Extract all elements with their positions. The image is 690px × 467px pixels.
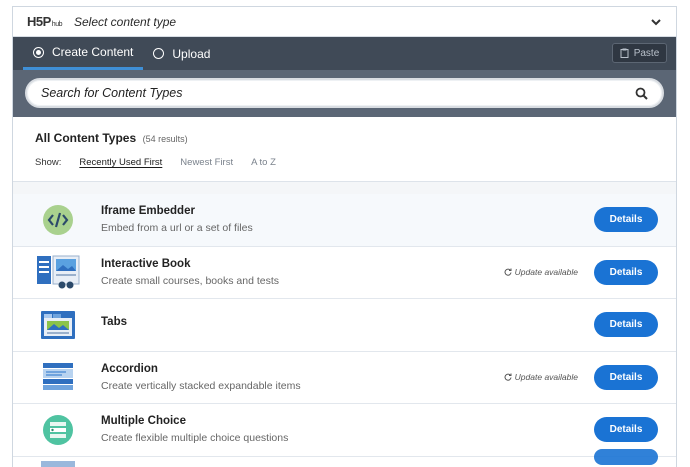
list-item[interactable]: Accordion Create vertically stacked expa…	[13, 351, 676, 404]
search-area	[13, 70, 676, 117]
details-button[interactable]: Details	[594, 364, 658, 390]
content-type-icon	[35, 457, 81, 467]
tabs-bar: Create Content Upload Paste	[13, 37, 676, 70]
refresh-icon	[504, 373, 512, 381]
list-item[interactable]: Interactive Book Create small courses, b…	[13, 246, 676, 299]
list-item[interactable]: Multiple Choice Create flexible multiple…	[13, 404, 676, 457]
details-button[interactable]: Details	[594, 417, 658, 443]
results-count: (54 results)	[142, 134, 188, 144]
radio-icon	[153, 48, 165, 59]
search-input[interactable]	[41, 86, 635, 100]
hub-header[interactable]: H5P hub Select content type	[13, 7, 676, 37]
tabs-icon	[35, 307, 81, 343]
details-button[interactable]: Details	[594, 259, 658, 285]
details-button[interactable]: Details	[594, 207, 658, 233]
update-available-badge: Update available	[504, 372, 578, 382]
tab-upload[interactable]: Upload	[143, 37, 220, 70]
search-box[interactable]	[25, 78, 664, 108]
accordion-icon	[35, 359, 81, 395]
item-name: Tabs	[101, 316, 127, 329]
multiple-choice-icon	[35, 412, 81, 448]
details-button[interactable]	[594, 448, 658, 465]
item-name: Interactive Book	[101, 257, 191, 270]
item-description: Embed from a url or a set of files	[101, 222, 253, 235]
iframe-embedder-icon	[35, 202, 81, 238]
h5p-hub-logo: H5P hub	[27, 14, 62, 29]
chevron-down-icon[interactable]	[650, 16, 662, 28]
item-description: Create vertically stacked expandable ite…	[101, 379, 301, 392]
item-description: Create flexible multiple choice question…	[101, 432, 289, 445]
list-item[interactable]: Tabs Details	[13, 299, 676, 352]
sort-options: Show: Recently Used First Newest First A…	[35, 157, 676, 168]
results-header: All Content Types (54 results) Show: Rec…	[13, 117, 676, 182]
refresh-icon	[504, 268, 512, 276]
sort-newest-first[interactable]: Newest First	[180, 157, 233, 168]
list-item-partial[interactable]	[13, 448, 676, 467]
paste-button[interactable]: Paste	[612, 43, 667, 63]
hub-title: Select content type	[73, 14, 177, 29]
item-name: Multiple Choice	[101, 415, 186, 428]
content-type-list: Iframe Embedder Embed from a url or a se…	[13, 194, 676, 467]
update-available-badge: Update available	[504, 267, 578, 277]
interactive-book-icon	[35, 254, 81, 290]
item-name: Iframe Embedder	[101, 205, 195, 218]
search-icon[interactable]	[635, 87, 648, 100]
content-type-selector: H5P hub Select content type Create Conten…	[12, 6, 677, 467]
item-name: Accordion	[101, 362, 158, 375]
sort-a-to-z[interactable]: A to Z	[251, 157, 276, 168]
sort-recently-used[interactable]: Recently Used First	[79, 157, 162, 168]
list-spacer	[13, 182, 676, 194]
details-button[interactable]: Details	[594, 312, 658, 338]
list-item[interactable]: Iframe Embedder Embed from a url or a se…	[13, 194, 676, 247]
results-title: All Content Types (54 results)	[35, 131, 188, 145]
item-description: Create small courses, books and tests	[101, 274, 279, 287]
radio-selected-icon	[33, 46, 44, 58]
clipboard-icon	[620, 48, 629, 58]
tab-create-content[interactable]: Create Content	[23, 37, 144, 70]
show-label: Show:	[35, 157, 62, 168]
